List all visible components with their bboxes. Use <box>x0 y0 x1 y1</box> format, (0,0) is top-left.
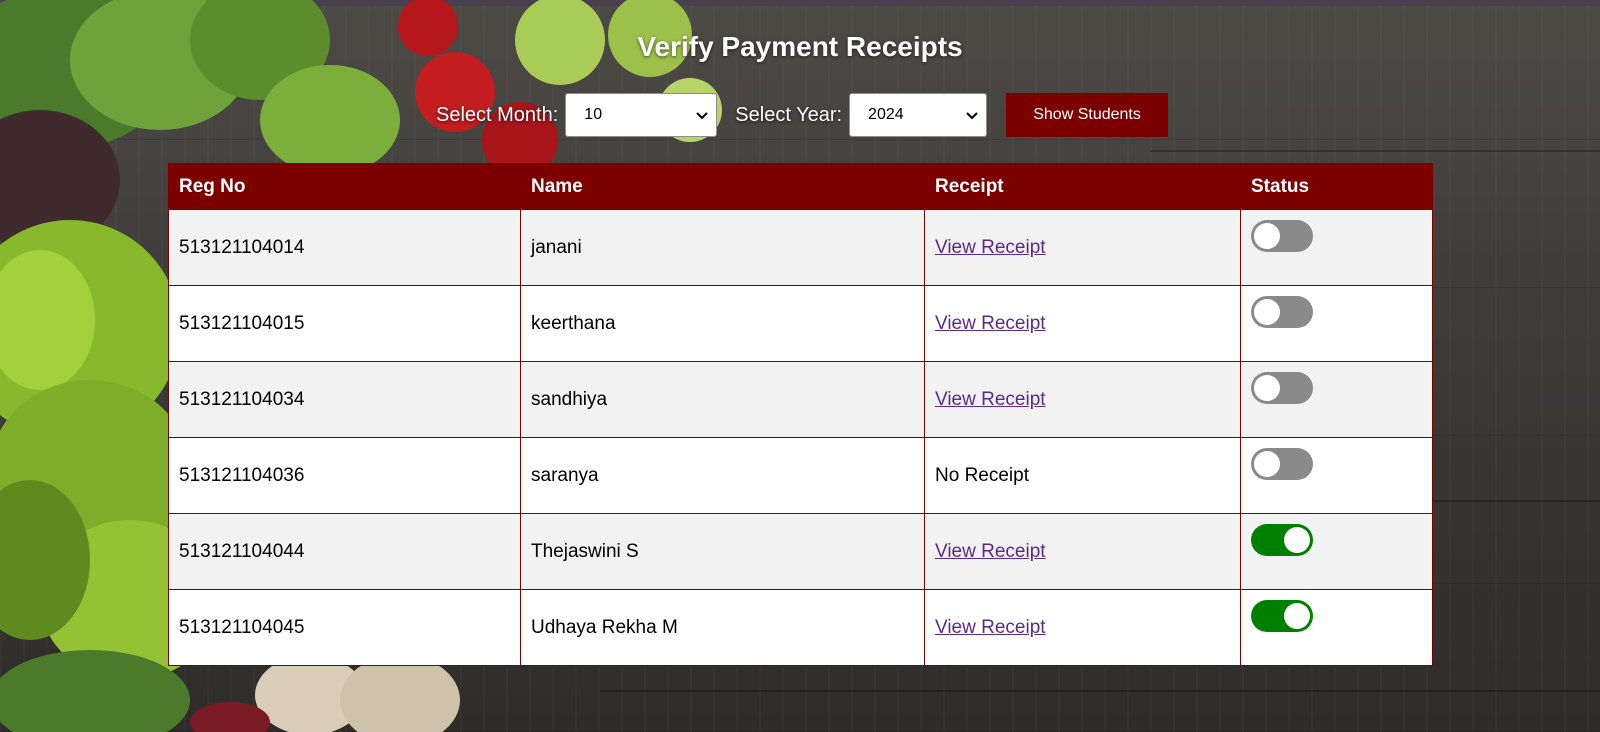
name-cell: Udhaya Rekha M <box>520 589 925 666</box>
status-toggle[interactable] <box>1251 372 1313 404</box>
view-receipt-link[interactable]: View Receipt <box>935 389 1046 410</box>
header-receipt: Receipt <box>924 163 1241 210</box>
filter-bar: Select Month: 10 Select Year: 2024 Show … <box>436 92 1169 138</box>
status-cell <box>1240 513 1433 590</box>
year-label: Select Year: <box>735 103 843 126</box>
toggle-knob <box>1254 223 1280 249</box>
view-receipt-link[interactable]: View Receipt <box>935 313 1046 334</box>
table-row: 513121104014 janani View Receipt <box>168 209 1433 286</box>
header-name: Name <box>520 163 925 210</box>
status-cell <box>1240 437 1433 514</box>
view-receipt-link[interactable]: View Receipt <box>935 617 1046 638</box>
reg-no-cell: 513121104034 <box>168 361 521 438</box>
reg-no-cell: 513121104044 <box>168 513 521 590</box>
table-row: 513121104036 saranya No Receipt <box>168 437 1433 514</box>
table-row: 513121104045 Udhaya Rekha M View Receipt <box>168 589 1433 666</box>
reg-no-cell: 513121104045 <box>168 589 521 666</box>
table-header-row: Reg No Name Receipt Status <box>168 163 1433 210</box>
month-select[interactable]: 10 <box>565 93 718 137</box>
name-cell: saranya <box>520 437 925 514</box>
name-cell: sandhiya <box>520 361 925 438</box>
view-receipt-link[interactable]: View Receipt <box>935 541 1046 562</box>
name-cell: Thejaswini S <box>520 513 925 590</box>
table-row: 513121104015 keerthana View Receipt <box>168 285 1433 362</box>
chevron-down-icon <box>696 112 709 120</box>
reg-no-cell: 513121104015 <box>168 285 521 362</box>
reg-no-cell: 513121104014 <box>168 209 521 286</box>
page-title: Verify Payment Receipts <box>637 31 963 62</box>
month-select-value: 10 <box>584 106 603 123</box>
status-toggle[interactable] <box>1251 448 1313 480</box>
status-cell <box>1240 285 1433 362</box>
name-cell: janani <box>520 209 925 286</box>
status-toggle[interactable] <box>1251 600 1313 632</box>
status-cell <box>1240 361 1433 438</box>
status-toggle[interactable] <box>1251 524 1313 556</box>
students-table: Reg No Name Receipt Status 513121104014 … <box>168 163 1433 666</box>
status-cell <box>1240 209 1433 286</box>
show-students-button[interactable]: Show Students <box>1006 93 1169 137</box>
name-cell: keerthana <box>520 285 925 362</box>
reg-no-cell: 513121104036 <box>168 437 521 514</box>
header-status: Status <box>1240 163 1433 210</box>
toggle-knob <box>1254 375 1280 401</box>
year-select[interactable]: 2024 <box>849 93 988 137</box>
no-receipt-text: No Receipt <box>935 464 1029 486</box>
receipt-cell: View Receipt <box>924 209 1241 286</box>
status-cell <box>1240 589 1433 666</box>
year-select-value: 2024 <box>868 106 904 123</box>
table-row: 513121104034 sandhiya View Receipt <box>168 361 1433 438</box>
receipt-cell: View Receipt <box>924 513 1241 590</box>
status-toggle[interactable] <box>1251 296 1313 328</box>
receipt-cell: View Receipt <box>924 285 1241 362</box>
toggle-knob <box>1254 451 1280 477</box>
view-receipt-link[interactable]: View Receipt <box>935 237 1046 258</box>
receipt-cell: View Receipt <box>924 589 1241 666</box>
toggle-knob <box>1284 603 1310 629</box>
status-toggle[interactable] <box>1251 220 1313 252</box>
chevron-down-icon <box>966 112 978 120</box>
month-label: Select Month: <box>436 103 559 126</box>
header-reg-no: Reg No <box>168 163 521 210</box>
receipt-cell: View Receipt <box>924 361 1241 438</box>
toggle-knob <box>1284 527 1310 553</box>
toggle-knob <box>1254 299 1280 325</box>
table-row: 513121104044 Thejaswini S View Receipt <box>168 513 1433 590</box>
receipt-cell: No Receipt <box>924 437 1241 514</box>
